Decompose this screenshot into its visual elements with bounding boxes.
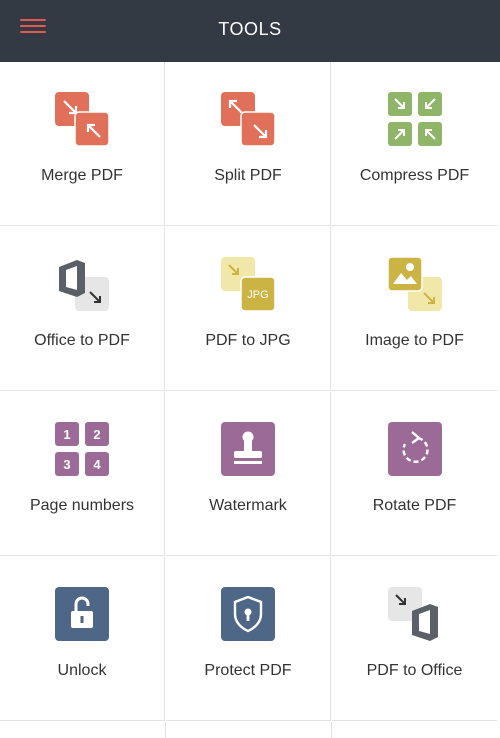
top-bar: TOOLS (0, 0, 500, 62)
tool-label: Merge PDF (41, 167, 123, 184)
tool-label: Page numbers (29, 497, 135, 514)
page-title: TOOLS (218, 19, 282, 39)
protect-shield-icon (221, 587, 275, 641)
tool-image-to-pdf[interactable]: Image to PDF (332, 227, 497, 391)
tool-label: Unlock (57, 662, 107, 679)
next-row-stub (0, 722, 166, 738)
tool-page-numbers[interactable]: 1 2 3 4 Page numbers (0, 392, 165, 556)
next-row-stub (166, 722, 332, 738)
tool-rotate-pdf[interactable]: Rotate PDF (332, 392, 497, 556)
tool-label: Split PDF (214, 167, 282, 184)
tool-label: Image to PDF (365, 332, 464, 349)
tool-label: PDF to JPG (205, 332, 291, 349)
tool-office-to-pdf[interactable]: Office to PDF (0, 227, 165, 391)
tool-protect-pdf[interactable]: Protect PDF (166, 557, 331, 721)
image-to-pdf-icon (387, 257, 442, 311)
page-digit: 4 (93, 457, 101, 472)
tool-label: Watermark (209, 497, 287, 514)
tool-merge-pdf[interactable]: Merge PDF (0, 62, 165, 226)
tool-pdf-to-jpg[interactable]: JPG PDF to JPG (166, 227, 331, 391)
page-digit: 3 (63, 457, 70, 472)
tool-split-pdf[interactable]: Split PDF (166, 62, 331, 226)
tool-pdf-to-office[interactable]: PDF to Office (332, 557, 497, 721)
tool-compress-pdf[interactable]: Compress PDF (332, 62, 497, 226)
tool-label: Compress PDF (359, 167, 470, 184)
pdf-to-jpg-icon: JPG (221, 257, 275, 311)
tool-watermark[interactable]: Watermark (166, 392, 331, 556)
tool-unlock[interactable]: Unlock (0, 557, 165, 721)
office-to-pdf-icon (59, 260, 109, 311)
tool-label: Protect PDF (204, 662, 292, 679)
tool-label: Office to PDF (34, 332, 130, 349)
pdf-to-office-icon (387, 587, 438, 641)
page-numbers-icon: 1 2 3 4 (55, 422, 109, 476)
compress-pdf-icon (387, 92, 442, 146)
watermark-stamp-icon (221, 422, 275, 476)
rotate-pdf-icon (387, 422, 442, 476)
page-digit: 2 (93, 427, 100, 442)
merge-pdf-icon (55, 92, 109, 146)
jpg-badge-text: JPG (247, 289, 268, 301)
split-pdf-icon (221, 92, 275, 146)
tool-label: Rotate PDF (372, 497, 457, 514)
tool-label: PDF to Office (366, 662, 463, 679)
page-digit: 1 (63, 427, 70, 442)
unlock-padlock-icon (55, 587, 109, 641)
